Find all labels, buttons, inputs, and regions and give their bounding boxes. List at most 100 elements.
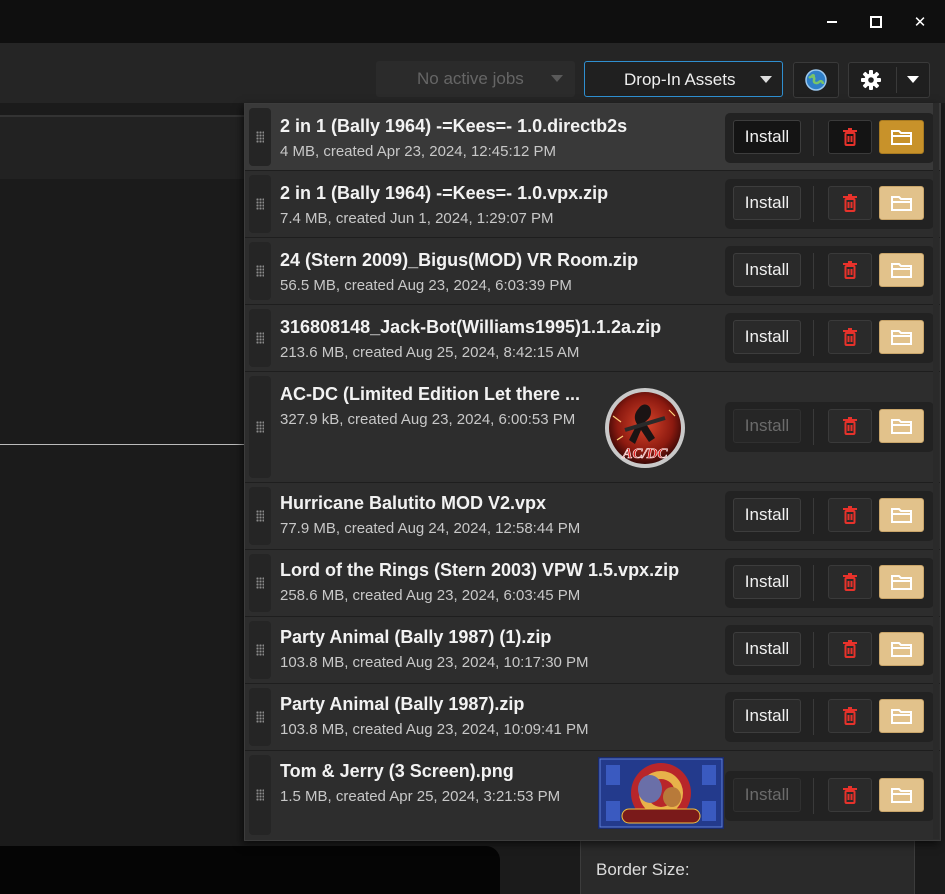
close-window-button[interactable]: ✕	[907, 9, 933, 35]
open-folder-button[interactable]	[879, 632, 924, 666]
background-header-strip	[0, 117, 245, 179]
list-scrollbar[interactable]	[933, 103, 939, 839]
list-item[interactable]: Party Animal (Bally 1987) (1).zip 103.8 …	[245, 617, 940, 684]
row-actions: Install	[725, 402, 934, 452]
list-item[interactable]: Tom & Jerry (3 Screen).png 1.5 MB, creat…	[245, 751, 940, 839]
trash-icon	[843, 573, 857, 591]
action-separator	[813, 253, 814, 289]
drag-handle[interactable]	[249, 108, 271, 166]
open-folder-button[interactable]	[879, 253, 924, 287]
file-meta: 4 MB, created Apr 23, 2024, 12:45:12 PM	[280, 143, 557, 160]
minimize-button[interactable]	[819, 9, 845, 35]
install-button[interactable]: Install	[733, 253, 801, 287]
list-item[interactable]: Hurricane Balutito MOD V2.vpx 77.9 MB, c…	[245, 483, 940, 550]
open-folder-button[interactable]	[879, 186, 924, 220]
action-separator	[813, 632, 814, 668]
drag-handle-icon	[256, 711, 264, 723]
jobs-dropdown[interactable]: No active jobs	[376, 61, 575, 97]
delete-button[interactable]	[828, 632, 872, 666]
row-actions: Install	[725, 491, 934, 541]
row-actions: Install	[725, 246, 934, 296]
drag-handle[interactable]	[249, 376, 271, 478]
install-button[interactable]: Install	[733, 632, 801, 666]
trash-icon	[843, 786, 857, 804]
delete-button[interactable]	[828, 320, 872, 354]
open-folder-button[interactable]	[879, 320, 924, 354]
file-meta: 103.8 MB, created Aug 23, 2024, 10:17:30…	[280, 654, 589, 671]
trash-icon	[843, 506, 857, 524]
assets-dropdown[interactable]: Drop-In Assets	[584, 61, 783, 97]
open-folder-button[interactable]	[879, 409, 924, 443]
list-item[interactable]: 2 in 1 (Bally 1964) -=Kees=- 1.0.vpx.zip…	[245, 171, 940, 238]
assets-list-popup: 2 in 1 (Bally 1964) -=Kees=- 1.0.directb…	[244, 103, 941, 841]
settings-button[interactable]	[848, 62, 930, 98]
open-folder-button[interactable]	[879, 699, 924, 733]
file-meta: 103.8 MB, created Aug 23, 2024, 10:09:41…	[280, 721, 589, 738]
drag-handle[interactable]	[249, 621, 271, 679]
drag-handle-icon	[256, 577, 264, 589]
settings-divider	[896, 67, 897, 93]
table-logo-thumbnail: AC/DC	[605, 388, 685, 468]
drag-handle[interactable]	[249, 175, 271, 233]
acdc-logo-text: AC/DC	[621, 446, 668, 462]
open-folder-button[interactable]	[879, 565, 924, 599]
list-item[interactable]: 2 in 1 (Bally 1964) -=Kees=- 1.0.directb…	[245, 104, 940, 171]
open-folder-button[interactable]	[879, 120, 924, 154]
list-item[interactable]: 24 (Stern 2009)_Bigus(MOD) VR Room.zip 5…	[245, 238, 940, 305]
install-button[interactable]: Install	[733, 565, 801, 599]
drag-handle-icon	[256, 421, 264, 433]
globe-icon	[805, 69, 827, 91]
delete-button[interactable]	[828, 409, 872, 443]
action-separator	[813, 565, 814, 601]
row-actions: Install	[725, 771, 934, 821]
delete-button[interactable]	[828, 498, 872, 532]
install-button[interactable]: Install	[733, 699, 801, 733]
list-item[interactable]: Lord of the Rings (Stern 2003) VPW 1.5.v…	[245, 550, 940, 617]
install-button[interactable]: Install	[733, 778, 801, 812]
drag-handle-icon	[256, 198, 264, 210]
file-name: Party Animal (Bally 1987) (1).zip	[280, 627, 552, 647]
folder-icon	[890, 196, 912, 211]
install-button[interactable]: Install	[733, 186, 801, 220]
install-button[interactable]: Install	[733, 120, 801, 154]
delete-button[interactable]	[828, 186, 872, 220]
delete-button[interactable]	[828, 253, 872, 287]
drag-handle[interactable]	[249, 755, 271, 835]
open-folder-button[interactable]	[879, 778, 924, 812]
delete-button[interactable]	[828, 778, 872, 812]
gear-icon	[861, 70, 881, 90]
install-button[interactable]: Install	[733, 498, 801, 532]
folder-icon	[890, 642, 912, 657]
drag-handle[interactable]	[249, 554, 271, 612]
maximize-button[interactable]	[863, 9, 889, 35]
file-name: 316808148_Jack-Bot(Williams1995)1.1.2a.z…	[280, 317, 662, 337]
file-meta: 258.6 MB, created Aug 23, 2024, 6:03:45 …	[280, 587, 581, 604]
list-item[interactable]: AC-DC (Limited Edition Let there ... 327…	[245, 372, 940, 483]
row-actions: Install	[725, 113, 934, 163]
list-item[interactable]: 316808148_Jack-Bot(Williams1995)1.1.2a.z…	[245, 305, 940, 372]
globe-button[interactable]	[793, 62, 839, 98]
trash-icon	[843, 417, 857, 435]
title-bar: ✕	[0, 0, 945, 43]
delete-button[interactable]	[828, 699, 872, 733]
drag-handle[interactable]	[249, 309, 271, 367]
drag-handle[interactable]	[249, 242, 271, 300]
delete-button[interactable]	[828, 565, 872, 599]
file-meta: 213.6 MB, created Aug 25, 2024, 8:42:15 …	[280, 344, 580, 361]
install-button[interactable]: Install	[733, 320, 801, 354]
file-name: Party Animal (Bally 1987).zip	[280, 694, 525, 714]
file-meta: 327.9 kB, created Aug 23, 2024, 6:00:53 …	[280, 411, 576, 428]
chevron-down-icon[interactable]	[907, 76, 919, 83]
drag-handle[interactable]	[249, 487, 271, 545]
background-preview-area	[0, 846, 500, 894]
list-item[interactable]: Party Animal (Bally 1987).zip 103.8 MB, …	[245, 684, 940, 751]
folder-icon	[890, 419, 912, 434]
trash-icon	[843, 261, 857, 279]
install-button[interactable]: Install	[733, 409, 801, 443]
file-name: 2 in 1 (Bally 1964) -=Kees=- 1.0.vpx.zip	[280, 183, 609, 203]
file-name: 2 in 1 (Bally 1964) -=Kees=- 1.0.directb…	[280, 116, 628, 136]
file-meta: 1.5 MB, created Apr 25, 2024, 3:21:53 PM	[280, 788, 561, 805]
open-folder-button[interactable]	[879, 498, 924, 532]
drag-handle[interactable]	[249, 688, 271, 746]
delete-button[interactable]	[828, 120, 872, 154]
